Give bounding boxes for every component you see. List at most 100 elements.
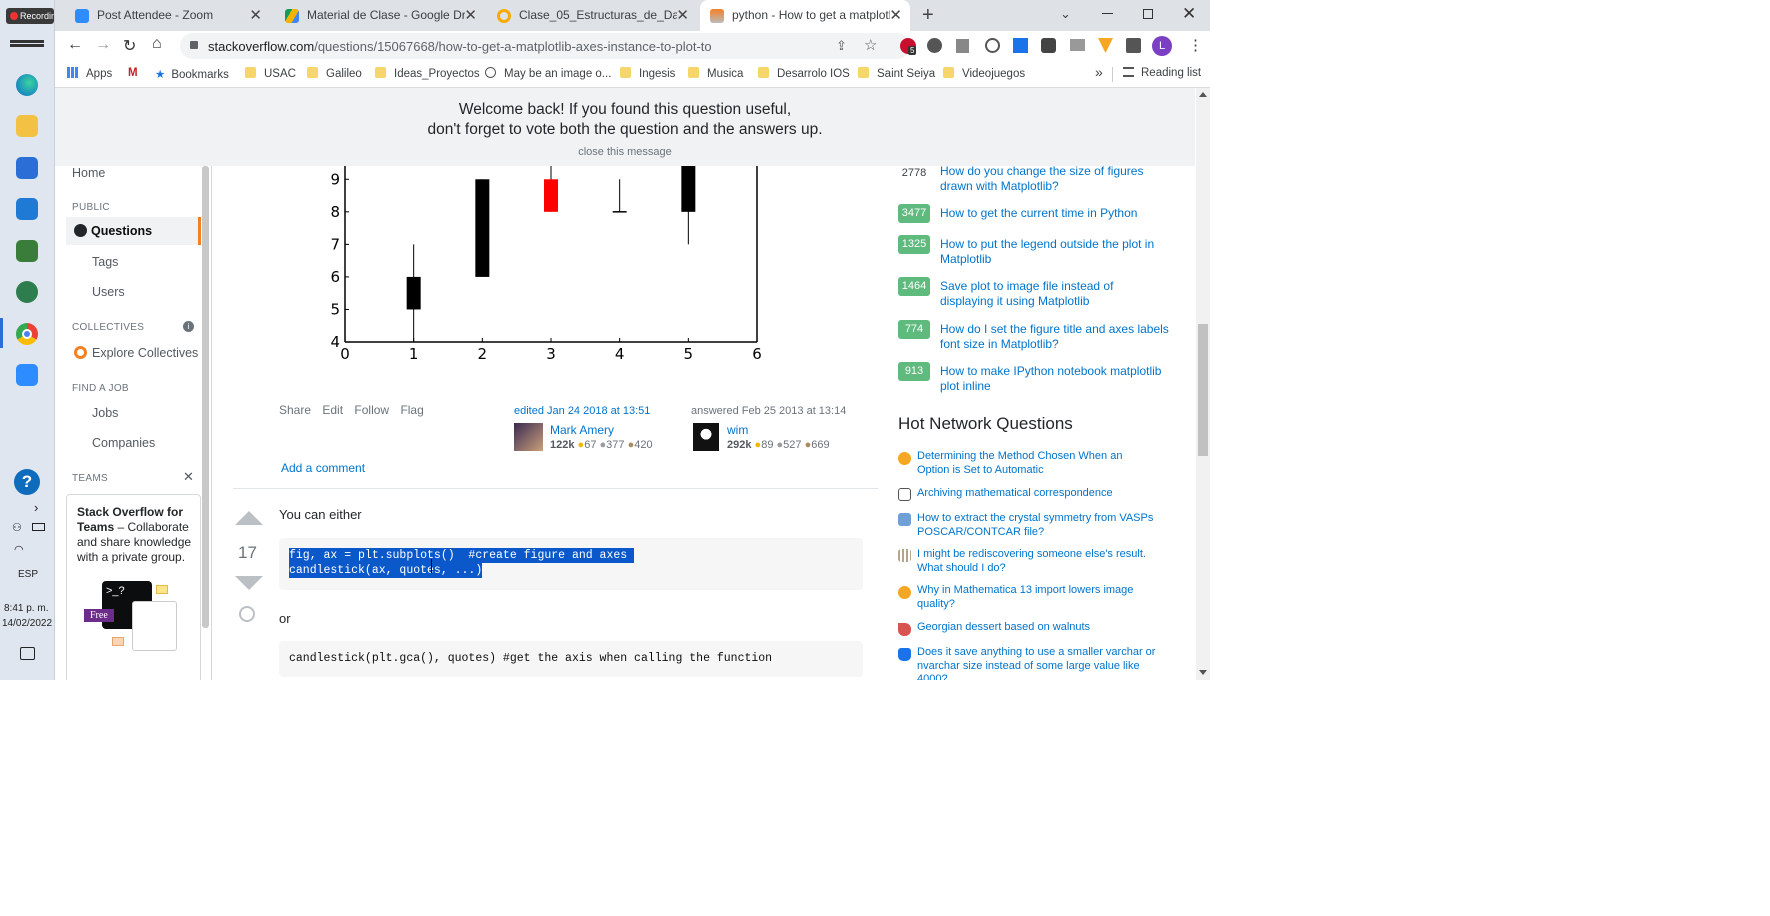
close-teams-icon[interactable]: ✕ [183,469,194,485]
bookmark-bookmarks[interactable]: ★ Bookmarks [155,67,229,81]
chrome-icon[interactable] [16,323,38,345]
nav-explore-collectives[interactable]: Explore Collectives [92,346,198,360]
reading-list[interactable]: Reading list [1123,67,1201,79]
hot-question-6[interactable]: Does it save anything to use a smaller v… [917,646,1157,680]
file-explorer-icon[interactable] [16,115,38,137]
zoom-icon[interactable] [16,364,38,386]
share-link[interactable]: Share [279,403,311,417]
tripadvisor-icon[interactable] [16,281,38,303]
close-message-link[interactable]: close this message [55,146,1195,158]
related-question-0[interactable]: How do you change the size of figures dr… [940,164,1170,194]
page-scrollbar[interactable] [1196,88,1210,680]
nav-questions[interactable]: Questions [66,217,201,245]
clock-time[interactable]: 8:41 p. m. [4,603,48,614]
hot-question-2[interactable]: How to extract the crystal symmetry from… [917,512,1157,539]
taskbar-menu-icon[interactable] [10,40,44,43]
related-question-3[interactable]: Save plot to image file instead of displ… [940,279,1170,309]
scroll-down-icon[interactable] [1199,670,1207,675]
nav-jobs[interactable]: Jobs [92,406,118,420]
flag-link[interactable]: Flag [400,403,423,417]
bookmark-usac[interactable]: USAC [245,67,296,80]
help-icon[interactable]: ? [14,469,40,495]
edited-label[interactable]: edited Jan 24 2018 at 13:51 [514,405,684,417]
adblock-extension-icon[interactable]: 5 [900,38,917,55]
follow-link[interactable]: Follow [354,403,389,417]
nav-companies[interactable]: Companies [92,436,155,450]
store-icon[interactable] [16,157,38,179]
share-icon[interactable]: ⇪ [836,38,847,54]
restore-icon[interactable] [1143,9,1153,19]
hot-question-4[interactable]: Why in Mathematica 13 import lowers imag… [917,584,1157,611]
related-score-3[interactable]: 1464 [898,277,930,296]
extension-icon-2[interactable] [927,38,942,53]
bookmark-galileo[interactable]: Galileo [307,67,362,80]
bookmark-desarrolo-ios[interactable]: Desarrolo IOS [758,67,850,80]
more-bookmarks-icon[interactable]: » [1095,64,1103,80]
related-question-4[interactable]: How do I set the figure title and axes l… [940,322,1170,352]
app-green-icon[interactable] [16,240,38,262]
history-icon[interactable] [239,606,255,622]
hot-question-0[interactable]: Determining the Method Chosen When an Op… [917,450,1157,477]
new-tab-icon[interactable]: + [922,4,934,27]
gmail-icon[interactable]: M [128,67,138,79]
extension-icon-5[interactable] [1013,38,1028,53]
bookmark-videojuegos[interactable]: Videojuegos [943,67,1025,80]
code-block-1[interactable]: fig, ax = plt.subplots() #create figure … [279,538,863,590]
add-comment-link[interactable]: Add a comment [281,461,365,475]
extension-icon-7[interactable] [1070,39,1085,51]
bookmark-ideas-proyectos[interactable]: Ideas_Proyectos [375,67,480,80]
related-question-1[interactable]: How to get the current time in Python [940,206,1170,221]
reload-icon[interactable]: ↻ [123,36,136,56]
hot-question-3[interactable]: I might be rediscovering someone else's … [917,548,1157,575]
bookmark-musica[interactable]: Musica [688,67,743,80]
address-bar[interactable]: stackoverflow.com/questions/15067668/how… [180,33,910,59]
forward-icon[interactable]: → [95,36,111,54]
clock-date[interactable]: 14/02/2022 [2,618,52,629]
tab-stackoverflow[interactable]: python - How to get a matplotlib ✕ [700,0,910,31]
answerer-avatar[interactable] [693,423,719,451]
edge-icon[interactable] [16,74,38,96]
language-indicator[interactable]: ESP [18,569,38,580]
edit-link[interactable]: Edit [322,403,343,417]
close-tab-icon[interactable]: ✕ [249,0,262,31]
tab-search-icon[interactable]: ⌄ [1060,6,1071,22]
left-sidebar-scrollbar[interactable] [202,166,209,628]
star-icon[interactable]: ☆ [864,36,877,54]
scroll-up-icon[interactable] [1199,92,1207,97]
answerer-name[interactable]: wim [727,423,748,437]
related-score-1[interactable]: 3477 [898,204,930,223]
related-question-2[interactable]: How to put the legend outside the plot i… [940,237,1170,267]
tab-zoom[interactable]: Post Attendee - Zoom ✕ [65,0,270,31]
related-score-0[interactable]: 2778 [898,164,930,182]
related-question-5[interactable]: How to make IPython notebook matplotlib … [940,364,1170,394]
notifications-icon[interactable] [20,647,35,660]
downvote-button[interactable] [235,576,263,590]
nav-home[interactable]: Home [72,166,105,180]
bookmark-ingesis[interactable]: Ingesis [620,67,675,80]
scroll-thumb[interactable] [1198,324,1208,456]
close-tab-icon[interactable]: ✕ [464,0,477,31]
extension-icon-6[interactable] [1041,38,1056,53]
minimize-icon[interactable] [1102,13,1113,14]
extension-icon-4[interactable] [985,38,1000,53]
hot-question-1[interactable]: Archiving mathematical correspondence [917,487,1157,501]
bookmark-image[interactable]: May be an image o... [485,67,611,80]
hot-question-5[interactable]: Georgian dessert based on walnuts [917,621,1157,635]
extension-icon-3[interactable] [956,39,969,53]
related-score-2[interactable]: 1325 [898,235,930,254]
tab-google-drive[interactable]: Material de Clase - Google Drive ✕ [275,0,485,31]
upvote-button[interactable] [235,511,263,525]
close-tab-icon[interactable]: ✕ [889,0,902,31]
close-tab-icon[interactable]: ✕ [676,0,689,31]
extension-icon-8[interactable] [1098,38,1113,53]
editor-avatar[interactable] [514,423,543,451]
related-score-4[interactable]: 774 [898,320,930,339]
people-icon[interactable]: ⚇ [12,521,22,534]
tab-colab[interactable]: Clase_05_Estructuras_de_Datos.ip ✕ [487,0,697,31]
close-window-icon[interactable]: ✕ [1182,4,1196,24]
chevron-right-icon[interactable]: › [34,500,38,515]
code-block-2[interactable]: candlestick(plt.gca(), quotes) #get the … [279,641,863,677]
related-score-5[interactable]: 913 [898,362,930,381]
editor-name[interactable]: Mark Amery [550,423,614,437]
more-menu-icon[interactable]: ⋮ [1188,36,1203,54]
